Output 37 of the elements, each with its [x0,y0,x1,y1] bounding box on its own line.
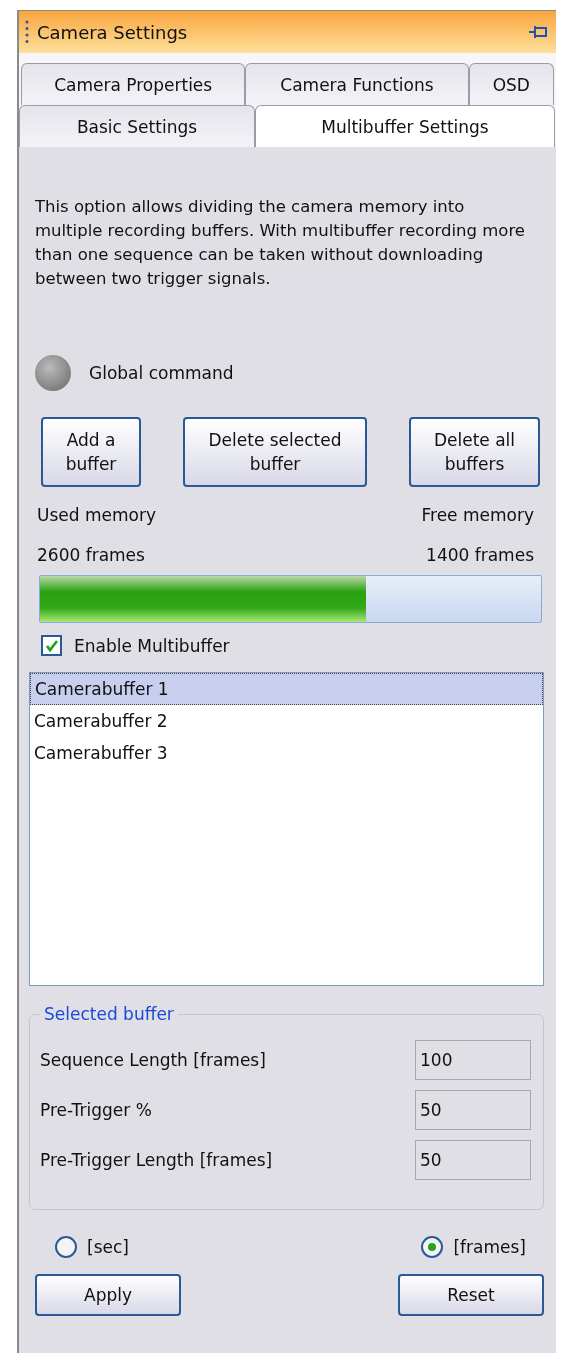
list-item[interactable]: Camerabuffer 1 [30,673,543,705]
checkbox[interactable] [41,635,62,656]
tab[interactable]: OSD [468,63,554,105]
radio-button[interactable] [55,1236,77,1258]
global-command-label: Global command [89,363,234,383]
grip-icon [25,19,29,45]
input-field[interactable]: 100 [415,1040,531,1080]
list-item[interactable]: Camerabuffer 2 [30,705,543,737]
tab[interactable]: Camera Properties [21,63,246,105]
field-label: Pre-Trigger Length [frames] [40,1150,273,1170]
free-memory-value: 1400 frames [426,544,534,567]
checkbox-label: Enable Multibuffer [74,635,230,656]
action-button[interactable]: Add a buffer [41,417,141,487]
input-field[interactable]: 50 [415,1090,531,1130]
input-field[interactable]: 50 [415,1140,531,1180]
field-label: Sequence Length [frames] [40,1050,266,1070]
description-text: This option allows dividing the camera memory into multiple recording buffers. With multibuffer recording more than one sequence can be taken without downloading between two trigger signals. [35,196,526,290]
tab[interactable]: Basic Settings [19,105,255,147]
list-item[interactable]: Camerabuffer 3 [30,737,543,769]
free-memory-label: Free memory [421,504,534,527]
group-title: Selected buffer [43,1004,175,1024]
action-button[interactable]: Reset [398,1274,544,1316]
radio-label: [sec] [87,1237,129,1257]
radio-label: [frames] [453,1237,526,1257]
panel-title: Camera Settings [37,21,189,43]
field-label: Pre-Trigger % [40,1100,152,1120]
status-led-icon [35,355,71,391]
tab[interactable]: Multibuffer Settings [255,105,555,147]
pin-icon[interactable] [528,25,548,39]
used-memory-value: 2600 frames [37,544,145,567]
action-button[interactable]: Apply [35,1274,181,1316]
radio-button[interactable] [421,1236,444,1258]
used-memory-label: Used memory [37,504,156,527]
tab[interactable]: Camera Functions [245,63,469,105]
action-button[interactable]: Delete all buffers [409,417,540,487]
check-icon [44,638,59,653]
action-button[interactable]: Delete selected buffer [183,417,367,487]
